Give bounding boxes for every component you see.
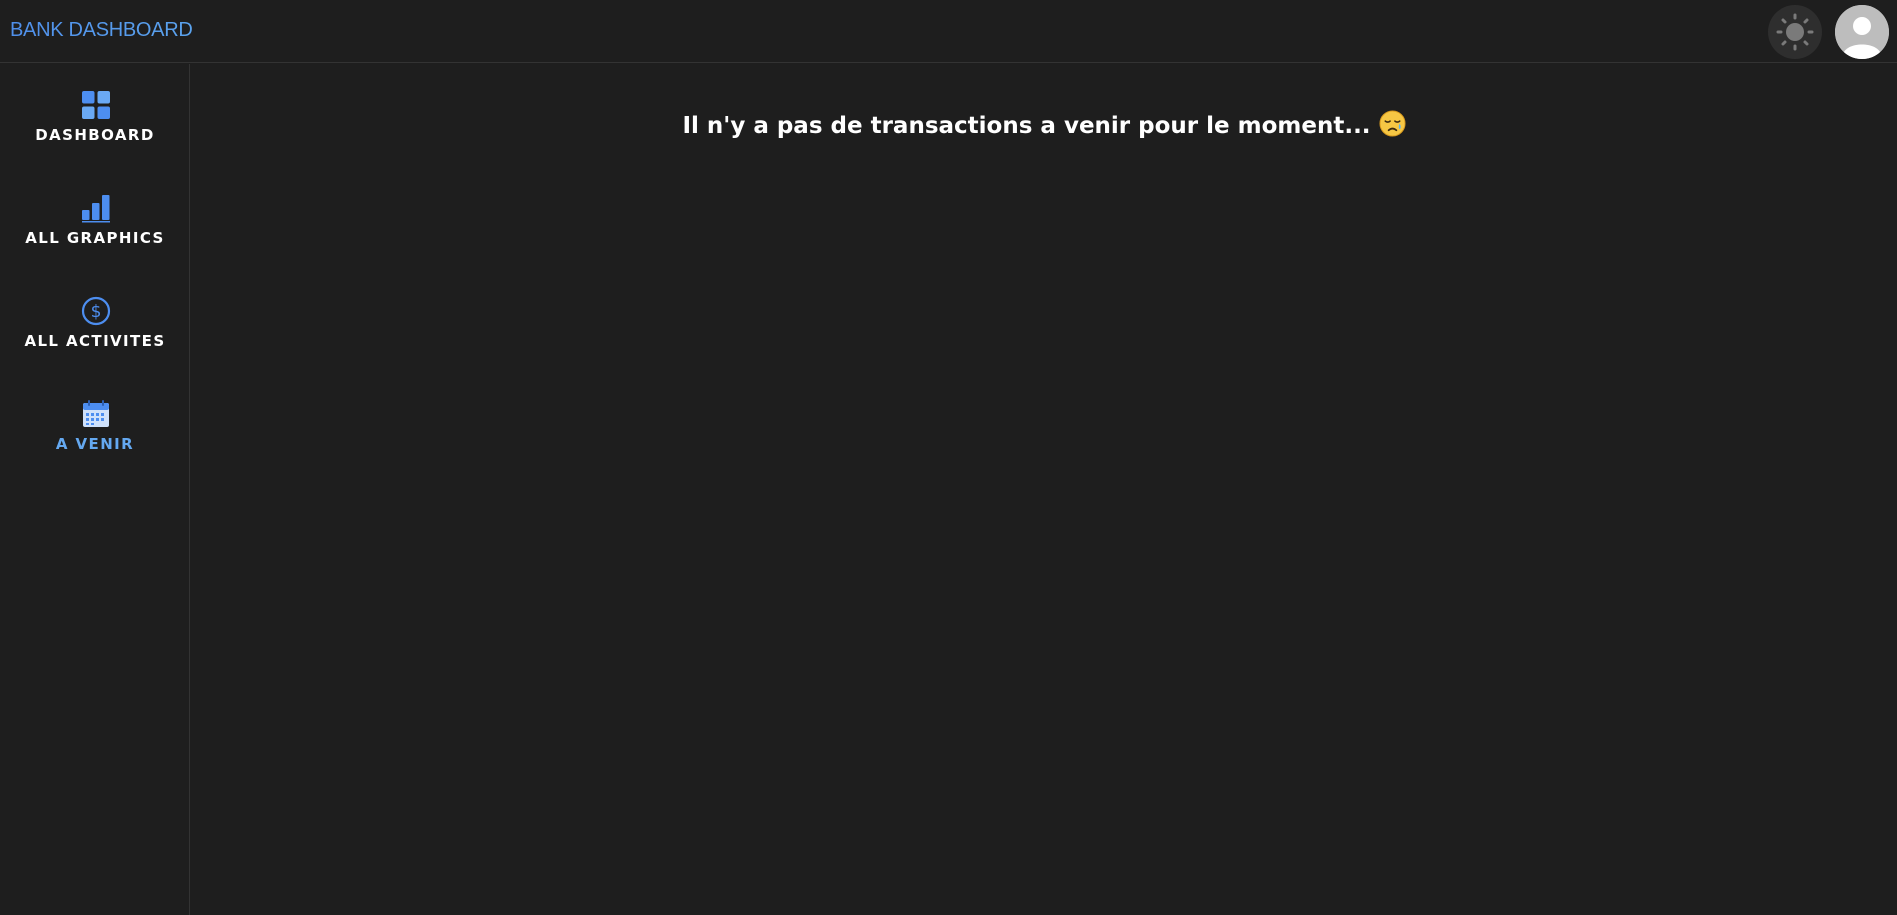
top-bar: BANK DASHBOARD — [0, 0, 1897, 63]
sun-icon — [1776, 13, 1814, 51]
dollar-circle-icon: $ — [81, 296, 111, 326]
sidebar-item-label: ALL GRAPHICS — [25, 229, 165, 247]
calendar-icon — [83, 400, 109, 427]
sidebar-item-label: A VENIR — [55, 435, 135, 453]
bar-chart-icon — [82, 195, 110, 223]
sidebar-item-label: DASHBOARD — [35, 126, 155, 144]
empty-state-message: Il n'y a pas de transactions a venir pou… — [191, 110, 1897, 139]
user-avatar-icon — [1835, 5, 1889, 59]
sidebar-item-label: ALL ACTIVITES — [24, 332, 166, 350]
sidebar-item-all-graphics[interactable]: ALL GRAPHICS — [0, 167, 190, 247]
dashboard-grid-icon — [82, 91, 110, 119]
sad-relieved-face-emoji — [1379, 110, 1406, 137]
sidebar-item-a-venir[interactable]: A VENIR — [0, 373, 190, 453]
app-brand[interactable]: BANK DASHBOARD — [10, 19, 193, 42]
main-content: Il n'y a pas de transactions a venir pou… — [191, 64, 1897, 915]
user-avatar-button[interactable] — [1835, 5, 1889, 59]
sidebar-item-dashboard[interactable]: DASHBOARD — [0, 64, 190, 144]
svg-text:$: $ — [91, 302, 102, 322]
sidebar-item-all-activites[interactable]: $ ALL ACTIVITES — [0, 270, 190, 350]
theme-toggle-button[interactable] — [1768, 5, 1822, 59]
sidebar: DASHBOARD ALL GRAPHICS $ ALL ACTIVITES A… — [0, 64, 190, 915]
empty-state-text: Il n'y a pas de transactions a venir pou… — [682, 113, 1371, 139]
